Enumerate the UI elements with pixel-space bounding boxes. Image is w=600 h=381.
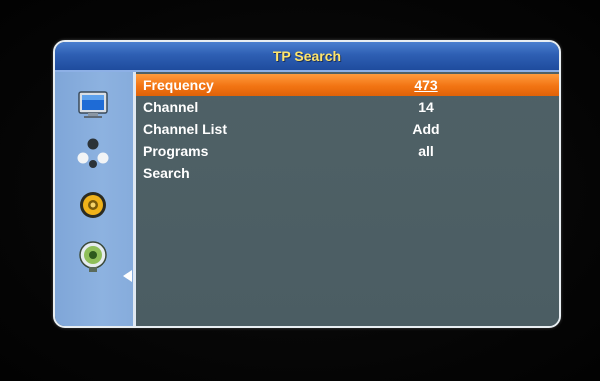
menu-item-label: Channel List xyxy=(143,121,228,137)
menu-item-search[interactable]: Search xyxy=(136,162,559,184)
programs-value[interactable]: all xyxy=(381,140,471,162)
settings-list: Frequency 473 Channel 14 Channel List Ad… xyxy=(136,72,559,326)
menu-item-label: Search xyxy=(143,165,190,181)
menu-item-programs[interactable]: Programs all xyxy=(136,140,559,162)
menu-item-label: Channel xyxy=(143,99,199,115)
title-bar: TP Search xyxy=(55,42,559,72)
settings-gear-icon[interactable] xyxy=(76,188,110,222)
menu-item-channel[interactable]: Channel 14 xyxy=(136,96,559,118)
menu-item-frequency[interactable]: Frequency 473 xyxy=(136,74,559,96)
menu-item-label: Programs xyxy=(143,143,209,159)
dialog-title: TP Search xyxy=(272,48,342,64)
tv-screen: TP Search Frequency 473 Channel 14 Chann… xyxy=(0,0,600,381)
frequency-value[interactable]: 473 xyxy=(381,74,471,96)
satellite-dish-icon[interactable] xyxy=(76,136,110,170)
satellite-search-icon[interactable] xyxy=(76,240,110,274)
tp-search-dialog: TP Search Frequency 473 Channel 14 Chann… xyxy=(53,40,561,328)
tv-icon[interactable] xyxy=(76,88,110,122)
channel-value[interactable]: 14 xyxy=(381,96,471,118)
menu-item-label: Frequency xyxy=(143,77,214,93)
sidebar-menu xyxy=(55,72,136,326)
menu-item-channel-list[interactable]: Channel List Add xyxy=(136,118,559,140)
active-menu-pointer xyxy=(123,270,132,282)
channel-list-value[interactable]: Add xyxy=(381,118,471,140)
